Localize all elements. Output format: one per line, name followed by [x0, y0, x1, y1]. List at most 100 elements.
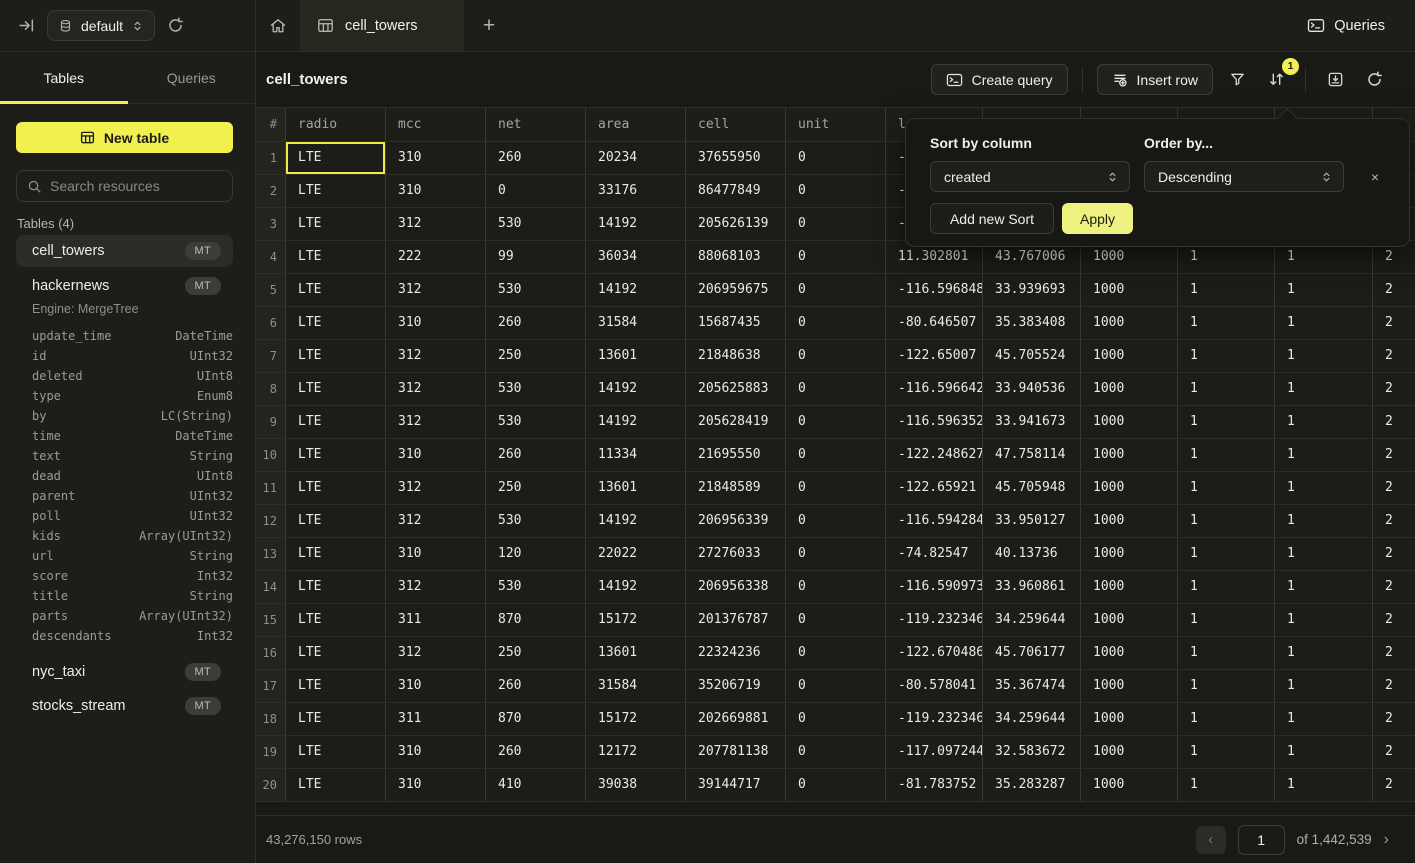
table-cell[interactable]: 530 [486, 505, 586, 537]
table-cell[interactable]: 0 [786, 769, 886, 801]
new-table-button[interactable]: New table [16, 122, 233, 153]
table-cell[interactable]: 2 [1373, 637, 1415, 669]
table-cell[interactable]: 15687435 [686, 307, 786, 339]
table-cell[interactable]: 530 [486, 373, 586, 405]
download-button[interactable] [1320, 65, 1350, 95]
table-cell[interactable]: 250 [486, 340, 586, 372]
table-cell[interactable]: 2 [1373, 703, 1415, 735]
collapse-sidebar-icon[interactable] [18, 17, 35, 34]
column-header[interactable]: mcc [386, 108, 486, 141]
row-number[interactable]: 3 [256, 208, 286, 240]
table-cell[interactable]: -116.594284 [886, 505, 983, 537]
prev-page-button[interactable]: ‹ [1196, 826, 1226, 854]
table-cell[interactable]: 15172 [586, 604, 686, 636]
table-cell[interactable]: 0 [786, 538, 886, 570]
table-cell[interactable]: 45.705524 [983, 340, 1081, 372]
table-cell[interactable]: LTE [286, 175, 386, 207]
sort-column-select[interactable]: created [930, 161, 1130, 192]
table-cell[interactable]: 1 [1178, 373, 1275, 405]
table-cell[interactable]: 2 [1373, 571, 1415, 603]
row-number[interactable]: 1 [256, 142, 286, 174]
table-cell[interactable]: 86477849 [686, 175, 786, 207]
table-cell[interactable]: 1 [1275, 769, 1373, 801]
table-cell[interactable]: 14192 [586, 571, 686, 603]
table-cell[interactable]: -80.578041 [886, 670, 983, 702]
table-cell[interactable]: 207781138 [686, 736, 786, 768]
table-cell[interactable]: LTE [286, 274, 386, 306]
table-cell[interactable]: 2 [1373, 406, 1415, 438]
table-cell[interactable]: 0 [786, 340, 886, 372]
table-cell[interactable]: 1000 [1081, 406, 1178, 438]
table-cell[interactable]: 1 [1275, 637, 1373, 669]
table-cell[interactable]: 13601 [586, 472, 686, 504]
table-cell[interactable]: LTE [286, 703, 386, 735]
table-cell[interactable]: 2 [1373, 439, 1415, 471]
table-cell[interactable]: 13601 [586, 340, 686, 372]
table-cell[interactable]: 33.960861 [983, 571, 1081, 603]
table-cell[interactable]: 1 [1178, 307, 1275, 339]
table-cell[interactable]: 311 [386, 703, 486, 735]
table-cell[interactable]: 1000 [1081, 769, 1178, 801]
table-cell[interactable]: 311 [386, 604, 486, 636]
table-cell[interactable]: 205626139 [686, 208, 786, 240]
table-cell[interactable]: 310 [386, 538, 486, 570]
table-cell[interactable]: 1 [1178, 670, 1275, 702]
table-cell[interactable]: 870 [486, 604, 586, 636]
table-cell[interactable]: 206956339 [686, 505, 786, 537]
search-input[interactable] [50, 178, 231, 194]
table-cell[interactable]: 47.758114 [983, 439, 1081, 471]
table-cell[interactable]: 250 [486, 472, 586, 504]
table-cell[interactable]: 312 [386, 373, 486, 405]
table-cell[interactable]: 14192 [586, 505, 686, 537]
home-tab[interactable] [256, 0, 300, 51]
table-cell[interactable]: 1000 [1081, 340, 1178, 372]
table-cell[interactable]: 33176 [586, 175, 686, 207]
sidebar-item-nyc-taxi[interactable]: nyc_taxi MT [16, 656, 233, 688]
table-cell[interactable]: 1000 [1081, 604, 1178, 636]
refresh-table-button[interactable] [1359, 65, 1389, 95]
table-cell[interactable]: 1 [1275, 472, 1373, 504]
table-cell[interactable]: 1 [1275, 373, 1373, 405]
table-cell[interactable]: 1 [1275, 571, 1373, 603]
table-cell[interactable]: 2 [1373, 736, 1415, 768]
table-cell[interactable]: LTE [286, 307, 386, 339]
table-cell[interactable]: 1 [1275, 538, 1373, 570]
table-cell[interactable]: 1000 [1081, 373, 1178, 405]
table-cell[interactable]: 1 [1275, 505, 1373, 537]
sort-button[interactable]: 1 [1261, 65, 1291, 95]
table-cell[interactable]: 99 [486, 241, 586, 273]
table-cell[interactable]: 206959675 [686, 274, 786, 306]
table-cell[interactable]: 2 [1373, 769, 1415, 801]
table-cell[interactable]: 260 [486, 307, 586, 339]
insert-row-button[interactable]: Insert row [1097, 64, 1213, 95]
table-cell[interactable]: LTE [286, 637, 386, 669]
table-cell[interactable]: 12172 [586, 736, 686, 768]
table-cell[interactable]: 1 [1178, 769, 1275, 801]
next-page-button[interactable]: › [1384, 831, 1389, 849]
sidebar-tab-queries[interactable]: Queries [128, 52, 256, 103]
table-cell[interactable]: 21695550 [686, 439, 786, 471]
table-cell[interactable]: 0 [786, 274, 886, 306]
table-cell[interactable]: 15172 [586, 703, 686, 735]
table-cell[interactable]: 0 [786, 604, 886, 636]
row-number[interactable]: 19 [256, 736, 286, 768]
table-cell[interactable]: 202669881 [686, 703, 786, 735]
sort-order-select[interactable]: Descending [1144, 161, 1344, 192]
refresh-connection-icon[interactable] [167, 17, 184, 34]
table-cell[interactable]: 310 [386, 142, 486, 174]
row-number[interactable]: 14 [256, 571, 286, 603]
table-cell[interactable]: LTE [286, 472, 386, 504]
table-cell[interactable]: 2 [1373, 538, 1415, 570]
table-cell[interactable]: -119.232346 [886, 703, 983, 735]
table-cell[interactable]: 312 [386, 505, 486, 537]
row-number[interactable]: 2 [256, 175, 286, 207]
table-cell[interactable]: LTE [286, 604, 386, 636]
sidebar-item-hackernews[interactable]: hackernews MT [16, 270, 233, 302]
table-cell[interactable]: 206956338 [686, 571, 786, 603]
table-cell[interactable]: 312 [386, 472, 486, 504]
table-cell[interactable]: 1000 [1081, 439, 1178, 471]
table-cell[interactable]: 1 [1275, 274, 1373, 306]
row-number[interactable]: 4 [256, 241, 286, 273]
table-cell[interactable]: 0 [486, 175, 586, 207]
table-cell[interactable]: 2 [1373, 373, 1415, 405]
